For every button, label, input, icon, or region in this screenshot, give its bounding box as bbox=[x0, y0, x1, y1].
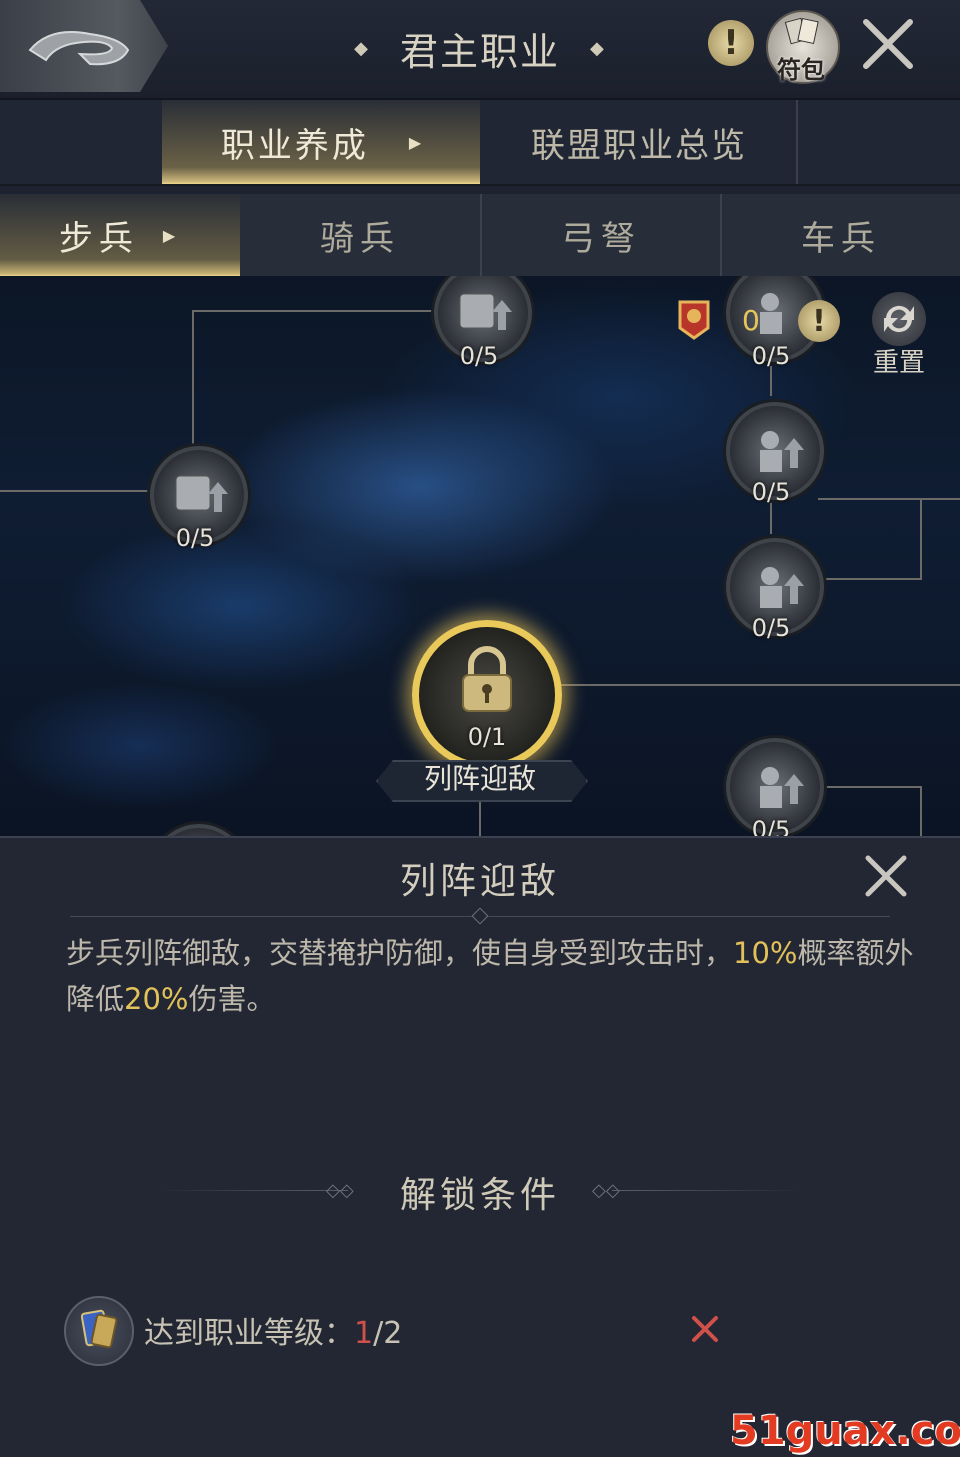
tree-connector bbox=[192, 310, 438, 312]
skill-node-count: 0/5 bbox=[751, 342, 791, 370]
reset-label: 重置 bbox=[872, 348, 925, 378]
page-title: ◆ 君主职业 ◆ bbox=[330, 18, 630, 78]
skill-node-partial[interactable] bbox=[150, 824, 248, 836]
career-level-icon bbox=[64, 1296, 134, 1366]
tree-connector bbox=[920, 786, 922, 836]
reset-button[interactable] bbox=[872, 292, 926, 346]
tree-connector bbox=[192, 310, 194, 446]
locked-skill-count: 0/1 bbox=[467, 723, 507, 751]
divider bbox=[612, 1190, 802, 1191]
tree-connector bbox=[920, 498, 922, 578]
lock-icon bbox=[462, 646, 512, 712]
tab-chariots[interactable]: 车兵 bbox=[720, 194, 960, 276]
scroll-upgrade-icon bbox=[459, 293, 512, 330]
locked-skill-name: 列阵迎敌 bbox=[423, 762, 536, 795]
tab-archers-label: 弓弩 bbox=[561, 218, 641, 259]
main-tab-bar bbox=[0, 100, 960, 186]
warning-icon[interactable]: ! bbox=[798, 300, 840, 342]
tab-archers[interactable]: 弓弩 bbox=[480, 194, 720, 276]
tree-connector bbox=[550, 684, 960, 686]
tree-connector bbox=[818, 578, 922, 580]
tree-connector bbox=[818, 786, 922, 788]
skill-points-value: 0 bbox=[742, 304, 760, 337]
page-title-text: 君主职业 bbox=[399, 29, 560, 74]
tab-infantry[interactable]: 步兵 ▶ bbox=[0, 194, 240, 276]
tab-cavalry-label: 骑兵 bbox=[320, 218, 400, 259]
skill-node-count: 0/5 bbox=[459, 342, 499, 370]
tab-alliance-overview[interactable]: 联盟职业总览 bbox=[482, 100, 798, 184]
close-icon bbox=[863, 19, 913, 69]
card-icon bbox=[80, 1309, 118, 1349]
refresh-icon bbox=[884, 305, 914, 333]
diamond-right-icon: ◆ bbox=[590, 37, 606, 59]
general-badge-icon[interactable] bbox=[676, 298, 712, 340]
close-icon bbox=[865, 855, 907, 897]
back-button[interactable] bbox=[0, 0, 168, 92]
warning-glyph: ! bbox=[723, 23, 739, 63]
condition-current: 1 bbox=[354, 1316, 374, 1351]
watermark: 51guax.com bbox=[730, 1408, 960, 1454]
dragon-back-icon bbox=[28, 31, 130, 66]
tree-connector bbox=[818, 498, 960, 500]
condition-label: 达到职业等级： bbox=[144, 1316, 354, 1351]
unlock-condition: 达到职业等级：1/2 bbox=[144, 1308, 402, 1352]
condition-required: /2 bbox=[373, 1316, 403, 1351]
skill-detail-title: 列阵迎敌 bbox=[399, 861, 560, 902]
tab-arrow-icon: ▶ bbox=[408, 132, 422, 152]
skill-node-count: 0/5 bbox=[751, 816, 791, 836]
condition-unmet-icon bbox=[688, 1312, 722, 1346]
badge-icon bbox=[678, 300, 710, 340]
diamond-left-icon: ◆ bbox=[354, 37, 370, 59]
skill-node-locked-selected[interactable]: 0/1 bbox=[412, 620, 562, 770]
tree-connector bbox=[0, 490, 150, 492]
tab-alliance-overview-label: 联盟职业总览 bbox=[531, 125, 747, 166]
unlock-conditions-title: 解锁条件 bbox=[399, 1175, 560, 1216]
cross-icon bbox=[692, 1316, 718, 1342]
tab-career-training-label: 职业养成 bbox=[220, 125, 369, 166]
desc-highlight: 10% bbox=[733, 936, 798, 970]
close-detail-button[interactable] bbox=[862, 852, 910, 900]
skill-tree-map[interactable]: 0/5 0/5 0 ! 重置 0/5 0/5 0/5 0/5 0/1 列阵迎敌 bbox=[0, 276, 960, 836]
skill-node-count: 0/5 bbox=[175, 524, 215, 552]
tree-connector bbox=[770, 366, 772, 396]
desc-highlight: 20% bbox=[124, 982, 189, 1016]
scroll-upgrade-icon bbox=[175, 475, 228, 512]
skill-description: 步兵列阵御敌，交替掩护防御，使自身受到攻击时，10%概率额外降低20%伤害。 bbox=[66, 930, 916, 1022]
desc-text: 步兵列阵御敌，交替掩护防御，使自身受到攻击时， bbox=[66, 936, 734, 970]
warning-glyph: ! bbox=[812, 303, 826, 339]
tab-infantry-label: 步兵 bbox=[58, 218, 139, 259]
tab-arrow-icon: ▶ bbox=[162, 225, 182, 245]
desc-text: 伤害。 bbox=[188, 982, 276, 1016]
tab-chariots-label: 车兵 bbox=[801, 218, 881, 259]
soldier-upgrade-icon bbox=[760, 767, 804, 808]
skill-node-count: 0/5 bbox=[751, 478, 791, 506]
soldier-upgrade-icon bbox=[760, 567, 804, 608]
tab-career-training[interactable]: 职业养成 ▶ bbox=[162, 100, 480, 184]
skill-node-count: 0/5 bbox=[751, 614, 791, 642]
soldier-upgrade-icon bbox=[760, 431, 804, 472]
tab-cavalry[interactable]: 骑兵 bbox=[240, 194, 480, 276]
talisman-bag-label: 符包 bbox=[777, 56, 825, 84]
close-button[interactable] bbox=[858, 14, 918, 74]
warning-icon[interactable]: ! bbox=[708, 20, 754, 66]
tree-connector bbox=[479, 798, 481, 836]
